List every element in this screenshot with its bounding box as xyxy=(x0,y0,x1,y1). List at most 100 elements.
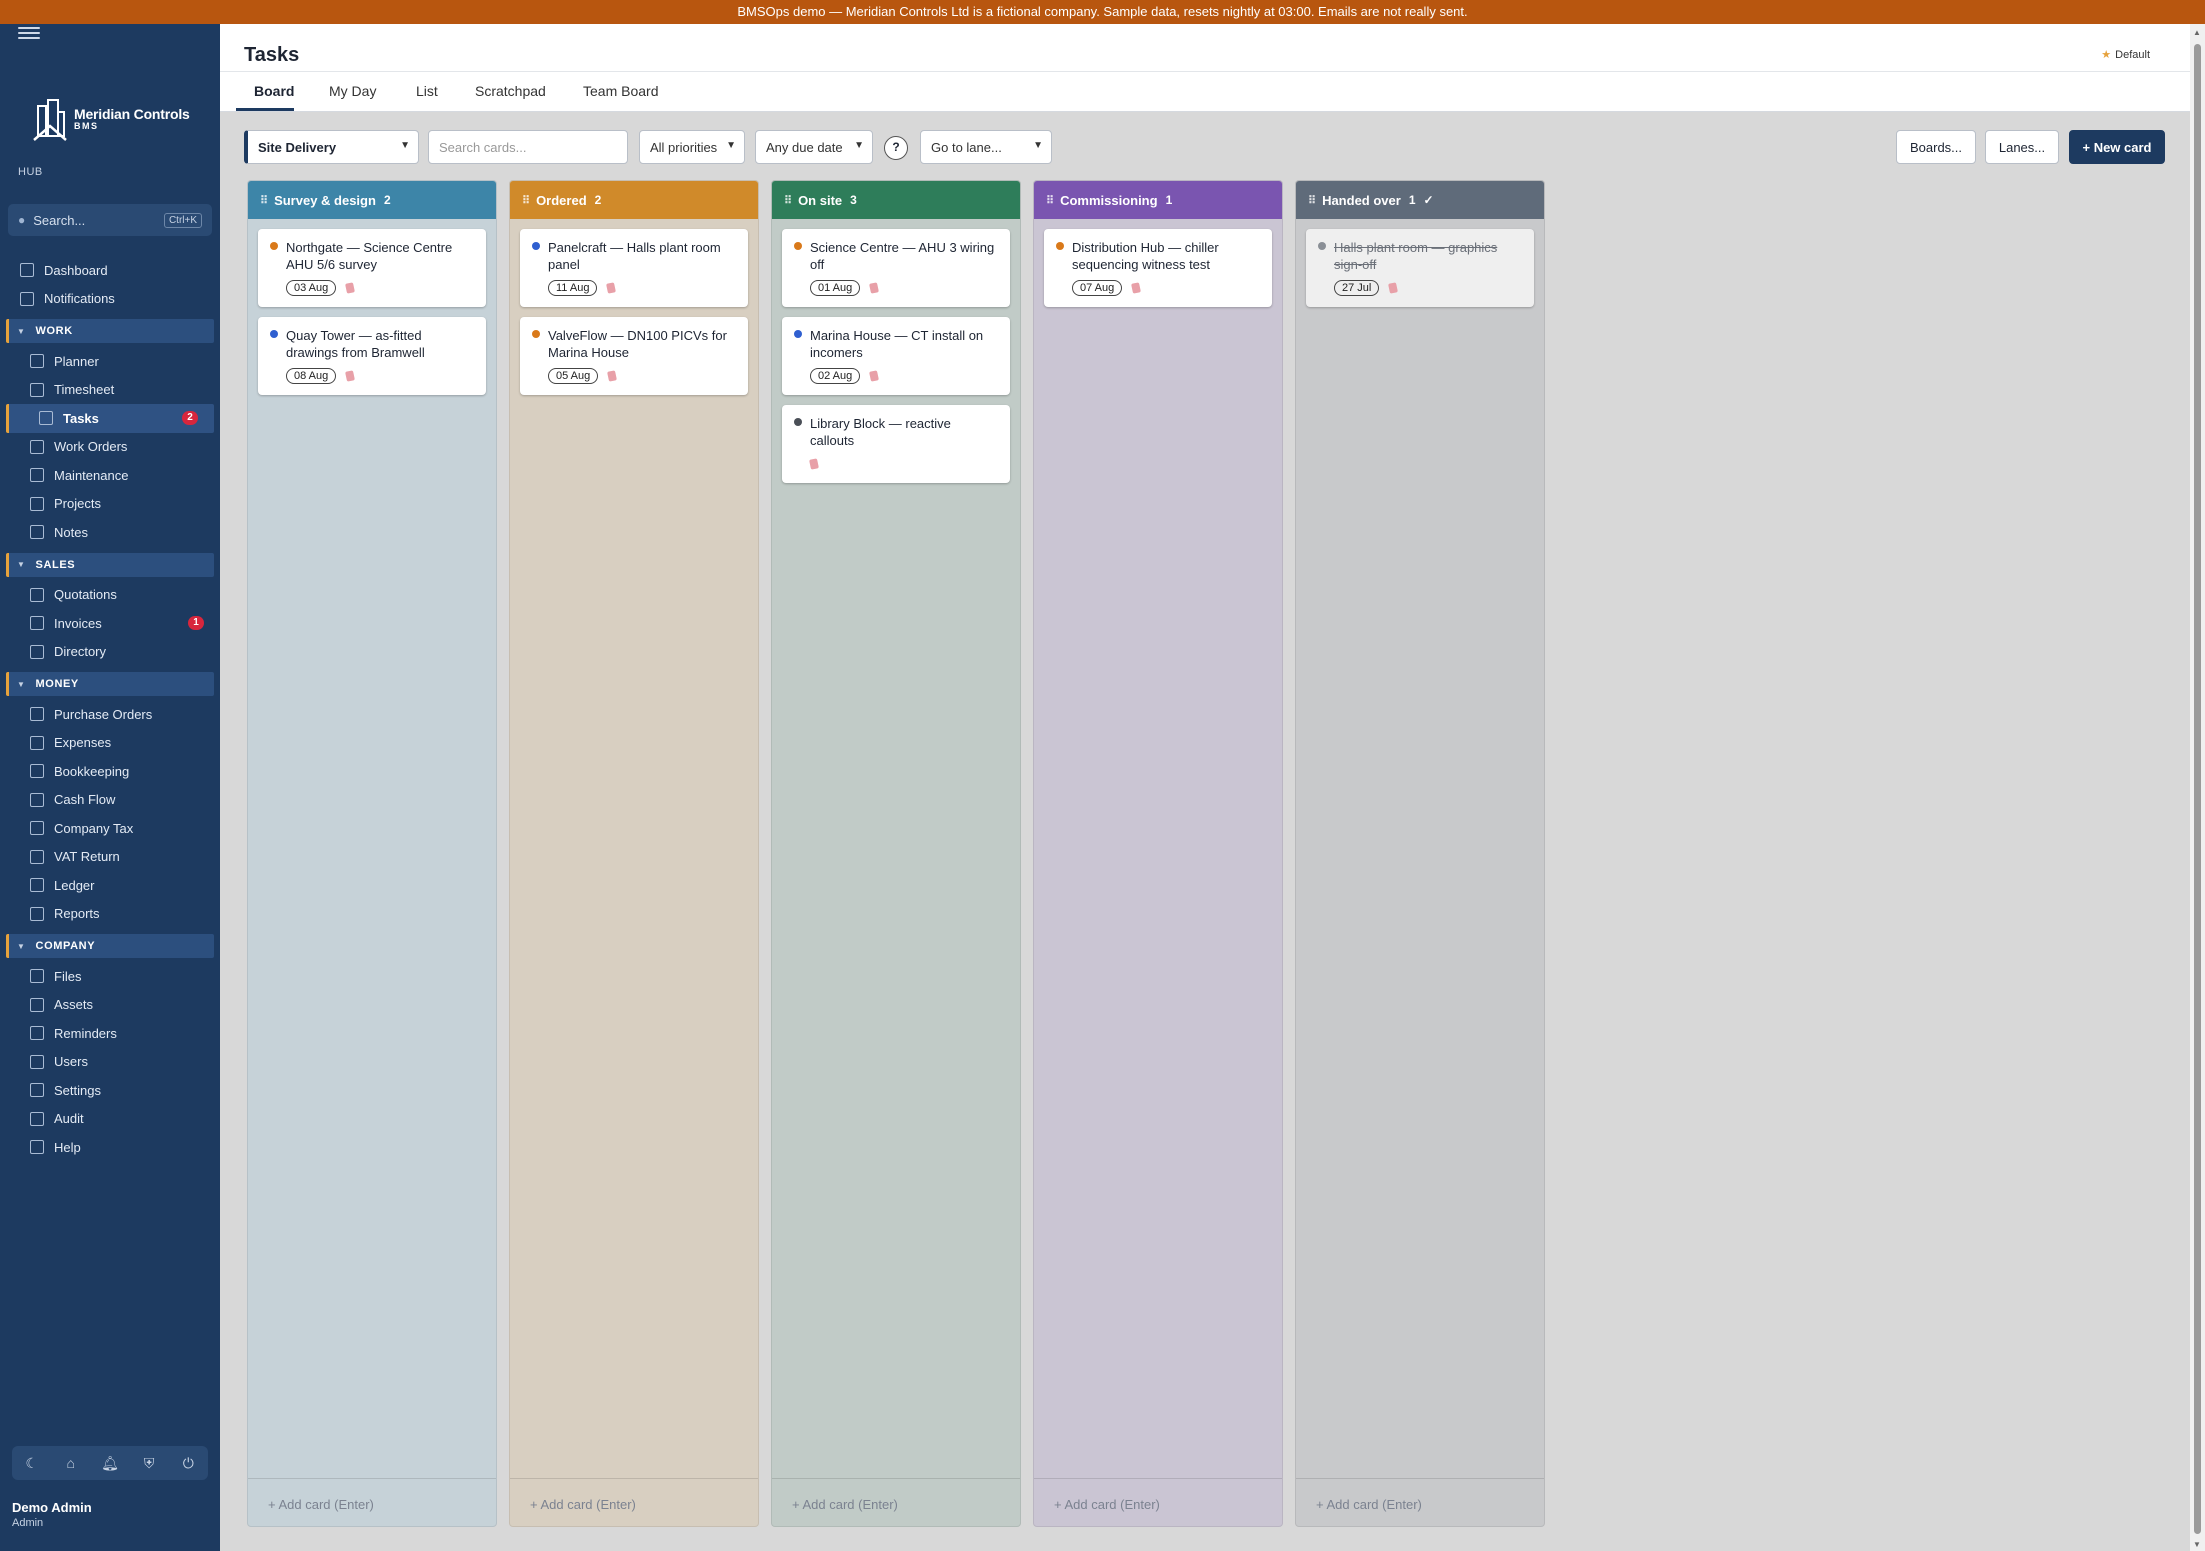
scroll-up-icon[interactable]: ▲ xyxy=(2193,28,2201,37)
sidebar-item-label: Invoices xyxy=(54,615,102,631)
tab-scratchpad[interactable]: Scratchpad xyxy=(475,83,546,99)
power-icon[interactable]: ⏻ xyxy=(177,1455,199,1472)
lane-header[interactable]: ⠿ On site 3 xyxy=(772,181,1020,219)
sidebar-item-projects[interactable]: Projects xyxy=(0,490,220,519)
sidebar-item-assets[interactable]: Assets xyxy=(0,991,220,1020)
chevron-down-icon: ▼ xyxy=(726,140,736,151)
lane-header[interactable]: ⠿ Ordered 2 xyxy=(510,181,758,219)
sidebar-section-money[interactable]: ▼ MONEY xyxy=(6,672,214,696)
drag-handle-icon[interactable]: ⠿ xyxy=(784,194,792,207)
sidebar-item-audit[interactable]: Audit xyxy=(0,1105,220,1134)
card-search-input[interactable]: Search cards... xyxy=(428,130,628,164)
sidebar-item-tasks[interactable]: Tasks 2 xyxy=(6,404,214,433)
task-card[interactable]: Science Centre — AHU 3 wiring off 01 Aug xyxy=(782,229,1010,307)
tab-board[interactable]: Board xyxy=(254,83,294,99)
sidebar-item-reminders[interactable]: Reminders xyxy=(0,1019,220,1048)
task-card[interactable]: ValveFlow — DN100 PICVs for Marina House… xyxy=(520,317,748,395)
board-select[interactable]: Site Delivery ▼ xyxy=(244,130,419,164)
default-favourite[interactable]: ★ Default xyxy=(2101,48,2150,61)
sidebar-item-timesheet[interactable]: Timesheet xyxy=(0,376,220,405)
lane-header[interactable]: ⠿ Handed over 1 ✓ xyxy=(1296,181,1544,219)
tab-my-day[interactable]: My Day xyxy=(329,83,376,99)
drag-handle-icon[interactable]: ⠿ xyxy=(522,194,530,207)
task-card[interactable]: Library Block — reactive callouts xyxy=(782,405,1010,483)
sidebar-item-bookkeeping[interactable]: Bookkeeping xyxy=(0,757,220,786)
scroll-thumb[interactable] xyxy=(2194,44,2201,1534)
add-card-input[interactable]: + Add card (Enter) xyxy=(772,1478,1020,1526)
task-card[interactable]: Quay Tower — as-fitted drawings from Bra… xyxy=(258,317,486,395)
add-card-input[interactable]: + Add card (Enter) xyxy=(1296,1478,1544,1526)
sidebar-item-help[interactable]: Help xyxy=(0,1133,220,1162)
task-card[interactable]: Panelcraft — Halls plant room panel 11 Au… xyxy=(520,229,748,307)
due-date-select[interactable]: Any due date ▼ xyxy=(755,130,873,164)
drag-handle-icon[interactable]: ⠿ xyxy=(1046,194,1054,207)
lane-header[interactable]: ⠿ Commissioning 1 xyxy=(1034,181,1282,219)
sidebar-item-purchase-orders[interactable]: Purchase Orders xyxy=(0,700,220,729)
sidebar-item-expenses[interactable]: Expenses xyxy=(0,729,220,758)
lane-count: 3 xyxy=(850,193,857,207)
boards-button[interactable]: Boards... xyxy=(1896,130,1976,164)
drag-handle-icon[interactable]: ⠿ xyxy=(260,194,268,207)
tab-team-board[interactable]: Team Board xyxy=(583,83,658,99)
lane-header[interactable]: ⠿ Survey & design 2 xyxy=(248,181,496,219)
brand-logo[interactable]: Meridian Controls BMS xyxy=(32,94,192,144)
tag-icon xyxy=(809,458,819,470)
drag-handle-icon[interactable]: ⠿ xyxy=(1308,194,1316,207)
sidebar-item-notifications[interactable]: Notifications xyxy=(0,285,220,314)
help-icon xyxy=(30,1140,44,1155)
sidebar-item-users[interactable]: Users xyxy=(0,1048,220,1077)
page-header: Tasks ★ Default xyxy=(220,24,2190,72)
menu-icon[interactable] xyxy=(18,24,40,42)
bell-icon[interactable]: 🔔︎ xyxy=(99,1455,121,1472)
new-card-button[interactable]: + New card xyxy=(2069,130,2165,164)
sidebar-item-label: Users xyxy=(54,1054,88,1070)
sidebar-item-quotations[interactable]: Quotations xyxy=(0,581,220,610)
priority-dot-icon xyxy=(270,330,278,338)
add-card-input[interactable]: + Add card (Enter) xyxy=(1034,1478,1282,1526)
go-to-lane-select[interactable]: Go to lane... ▼ xyxy=(920,130,1052,164)
lane-title: On site xyxy=(798,192,843,208)
sidebar-item-settings[interactable]: Settings xyxy=(0,1076,220,1105)
sidebar-item-directory[interactable]: Directory xyxy=(0,638,220,667)
board-toolbar: Site Delivery ▼ Search cards... All prior… xyxy=(220,112,2190,176)
sidebar-item-company-tax[interactable]: Company Tax xyxy=(0,814,220,843)
add-card-input[interactable]: + Add card (Enter) xyxy=(248,1478,496,1526)
card-meta: 02 Aug xyxy=(810,367,998,385)
active-tab-indicator xyxy=(236,108,294,111)
tab-list[interactable]: List xyxy=(416,83,438,99)
priority-select[interactable]: All priorities ▼ xyxy=(639,130,745,164)
count-badge: 1 xyxy=(188,616,204,630)
user-name[interactable]: Demo Admin xyxy=(12,1500,92,1515)
sidebar-section-company[interactable]: ▼ COMPANY xyxy=(6,934,214,958)
sidebar-item-notes[interactable]: Notes xyxy=(0,518,220,547)
add-card-input[interactable]: + Add card (Enter) xyxy=(510,1478,758,1526)
page-scrollbar[interactable]: ▲ ▼ xyxy=(2190,24,2205,1551)
cash-flow-icon xyxy=(30,792,44,807)
sidebar-section-work[interactable]: ▼ WORK xyxy=(6,319,214,343)
task-card[interactable]: Marina House — CT install on incomers 02 … xyxy=(782,317,1010,395)
lane-title: Handed over xyxy=(1322,192,1401,208)
sidebar-item-files[interactable]: Files xyxy=(0,962,220,991)
sidebar-item-work-orders[interactable]: Work Orders xyxy=(0,433,220,462)
sidebar-item-dashboard[interactable]: Dashboard xyxy=(0,256,220,285)
sidebar-item-maintenance[interactable]: Maintenance xyxy=(0,461,220,490)
sidebar-search[interactable]: ● Search... Ctrl+K xyxy=(8,204,212,236)
lanes-button[interactable]: Lanes... xyxy=(1985,130,2059,164)
scroll-down-icon[interactable]: ▼ xyxy=(2193,1540,2201,1549)
sidebar-section-sales[interactable]: ▼ SALES xyxy=(6,552,214,577)
task-card[interactable]: Distribution Hub — chiller sequencing wi… xyxy=(1044,229,1272,307)
help-button[interactable]: ? xyxy=(884,136,908,160)
sidebar-item-label: Reports xyxy=(54,906,100,922)
sidebar-item-invoices[interactable]: Invoices 1 xyxy=(0,609,220,638)
sidebar-item-reports[interactable]: Reports xyxy=(0,900,220,929)
moon-icon[interactable]: ☾ xyxy=(21,1455,43,1472)
sidebar-item-cash-flow[interactable]: Cash Flow xyxy=(0,786,220,815)
sidebar-item-vat-return[interactable]: VAT Return xyxy=(0,843,220,872)
tag-icon xyxy=(345,370,356,382)
sidebar-item-ledger[interactable]: Ledger xyxy=(0,871,220,900)
sidebar-item-planner[interactable]: Planner xyxy=(0,347,220,376)
task-card[interactable]: Halls plant room — graphics sign-off 27 J… xyxy=(1306,229,1534,307)
shield-icon[interactable]: ⛨ xyxy=(138,1455,160,1472)
home-icon[interactable]: ⌂ xyxy=(60,1455,82,1471)
task-card[interactable]: Northgate — Science Centre AHU 5/6 surve… xyxy=(258,229,486,307)
